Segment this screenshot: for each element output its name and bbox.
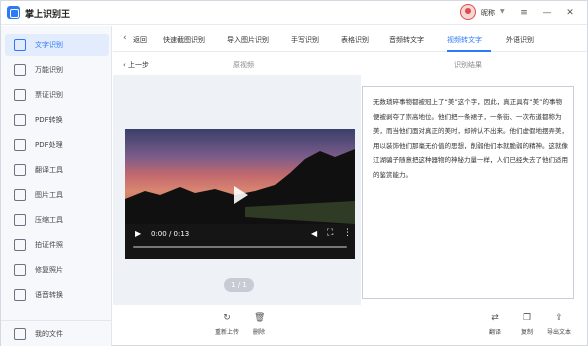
sidebar-item-label: 修复照片 xyxy=(35,266,63,274)
result-panel[interactable]: 无数琐碎事物都被冠上了“美”这个字，因此，真正具有“美”的事物便被剥夺了崇高地位… xyxy=(362,86,574,299)
app-logo-icon xyxy=(7,6,20,19)
refresh-icon: ↻ xyxy=(223,313,231,323)
tab-bar: ‹ 返回 快速截图识别 导入图片识别 手写识别 表格识别 音频转文字 视频转文字… xyxy=(113,26,587,52)
reupload-label: 重新上传 xyxy=(214,329,239,336)
volume-icon[interactable]: ◀ xyxy=(311,229,317,238)
export-text-button[interactable]: ⇪ 导出文本 xyxy=(544,313,574,336)
export-label: 导出文本 xyxy=(546,329,571,336)
video-progress-bar[interactable] xyxy=(133,246,347,248)
image-tool-icon xyxy=(14,189,26,201)
sidebar-item-label: 压缩工具 xyxy=(35,216,63,224)
sidebar-item-label: 翻译工具 xyxy=(35,166,63,174)
sidebar-item-image-tool[interactable]: 图片工具 xyxy=(5,184,109,206)
sidebar-item-pdf-convert[interactable]: PDF转换 xyxy=(5,109,109,131)
sidebar-item-id-photo[interactable]: 拍证件照 xyxy=(5,234,109,256)
translate-icon: ⇄ xyxy=(491,313,499,323)
sidebar-item-label: 万能识别 xyxy=(35,66,63,74)
previous-step-button[interactable]: ‹ 上一步 xyxy=(123,60,149,70)
sidebar-item-label: 语音转换 xyxy=(35,291,63,299)
tab-audio-to-text[interactable]: 音频转文字 xyxy=(389,35,424,45)
repair-photo-icon xyxy=(14,264,26,276)
sidebar-item-label: 文字识别 xyxy=(35,41,63,49)
sidebar-item-text-recognition[interactable]: 文字识别 xyxy=(5,34,109,56)
export-icon: ⇪ xyxy=(555,313,563,323)
ticket-recognition-icon xyxy=(14,89,26,101)
sidebar-item-label: 拍证件照 xyxy=(35,241,63,249)
sidebar-item-label: 票证识别 xyxy=(35,91,63,99)
my-files-icon xyxy=(14,328,26,340)
user-name[interactable]: 昵称 xyxy=(481,8,495,18)
sidebar-item-voice-convert[interactable]: 语音转换 xyxy=(5,284,109,306)
sidebar-item-my-files[interactable]: 我的文件 xyxy=(5,323,109,345)
result-text[interactable]: 无数琐碎事物都被冠上了“美”这个字，因此，真正具有“美”的事物便被剥夺了崇高地位… xyxy=(373,95,568,182)
page-indicator: 1 / 1 xyxy=(224,278,254,292)
id-photo-icon xyxy=(14,239,26,251)
sidebar-item-label: 我的文件 xyxy=(35,330,63,338)
tab-quick-screenshot[interactable]: 快速截图识别 xyxy=(163,35,205,45)
video-player[interactable]: ▶ 0:00 / 0:13 ◀ ⛶ ⋮ xyxy=(125,129,355,259)
sidebar-item-compress[interactable]: 压缩工具 xyxy=(5,209,109,231)
close-icon[interactable]: ✕ xyxy=(563,6,577,20)
translate-icon xyxy=(14,164,26,176)
tab-table[interactable]: 表格识别 xyxy=(341,35,369,45)
app-window: 掌上识别王 昵称 ▼ ≡ — ✕ 文字识别 万能识别 票证识别 PDF转换 PD… xyxy=(0,0,588,346)
sidebar-item-universal[interactable]: 万能识别 xyxy=(5,59,109,81)
tab-import-image[interactable]: 导入图片识别 xyxy=(227,35,269,45)
delete-button[interactable]: 🗑 删除 xyxy=(249,313,269,336)
sidebar-item-repair-photo[interactable]: 修复照片 xyxy=(5,259,109,281)
tab-foreign-language[interactable]: 外语识别 xyxy=(506,35,534,45)
sidebar-item-label: PDF处理 xyxy=(35,141,63,149)
delete-label: 删除 xyxy=(252,329,265,336)
active-tab-indicator xyxy=(447,50,491,52)
more-icon[interactable]: ⋮ xyxy=(343,228,352,238)
result-heading: 识别结果 xyxy=(454,61,482,69)
copy-label: 复制 xyxy=(520,329,533,336)
video-time: 0:00 / 0:13 xyxy=(151,230,190,238)
play-icon[interactable] xyxy=(234,186,248,204)
play-pause-icon[interactable]: ▶ xyxy=(135,229,141,238)
back-button[interactable]: 返回 xyxy=(133,35,147,45)
trash-icon: 🗑 xyxy=(254,313,266,323)
voice-convert-icon xyxy=(14,289,26,301)
sidebar-item-pdf-process[interactable]: PDF处理 xyxy=(5,134,109,156)
copy-icon: ❐ xyxy=(522,313,532,323)
compress-icon xyxy=(14,214,26,226)
chevron-left-icon[interactable]: ‹ xyxy=(123,33,127,43)
original-video-heading: 原视频 xyxy=(233,61,254,69)
previous-step-label: 上一步 xyxy=(128,61,150,69)
translate-label: 翻译 xyxy=(488,329,501,336)
tab-video-to-text[interactable]: 视频转文字 xyxy=(447,35,482,45)
reupload-button[interactable]: ↻ 重新上传 xyxy=(212,313,242,336)
sidebar-item-ticket[interactable]: 票证识别 xyxy=(5,84,109,106)
chevron-down-icon[interactable]: ▼ xyxy=(500,8,505,15)
sidebar-item-label: PDF转换 xyxy=(35,116,63,124)
menu-icon[interactable]: ≡ xyxy=(517,6,531,20)
sidebar-footer: 我的文件 xyxy=(1,320,111,346)
tab-handwriting[interactable]: 手写识别 xyxy=(291,35,319,45)
sidebar: 文字识别 万能识别 票证识别 PDF转换 PDF处理 翻译工具 图片工具 压缩工… xyxy=(1,26,112,346)
sub-header: ‹ 上一步 原视频 识别结果 xyxy=(113,53,587,75)
translate-button[interactable]: ⇄ 翻译 xyxy=(485,313,505,336)
text-recognition-icon xyxy=(14,39,26,51)
minimize-icon[interactable]: — xyxy=(540,6,554,20)
universal-recognition-icon xyxy=(14,64,26,76)
user-avatar[interactable] xyxy=(460,4,476,20)
pdf-convert-icon xyxy=(14,114,26,126)
pdf-process-icon xyxy=(14,139,26,151)
sidebar-item-label: 图片工具 xyxy=(35,191,63,199)
title-bar: 掌上识别王 昵称 ▼ ≡ — ✕ xyxy=(1,1,587,25)
fullscreen-icon[interactable]: ⛶ xyxy=(327,228,333,238)
app-title: 掌上识别王 xyxy=(25,10,71,20)
copy-button[interactable]: ❐ 复制 xyxy=(517,313,537,336)
sidebar-item-translate[interactable]: 翻译工具 xyxy=(5,159,109,181)
